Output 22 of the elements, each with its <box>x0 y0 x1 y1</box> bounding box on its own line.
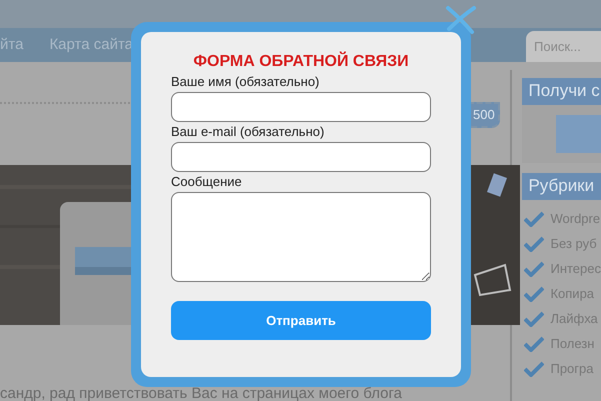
modal-title: ФОРМА ОБРАТНОЙ СВЯЗИ <box>192 52 410 72</box>
check-icon <box>524 236 544 252</box>
count-badge: 500 <box>468 102 500 128</box>
intro-text: сандр, рад приветствовать Вас на страницах моего блога <box>0 386 402 401</box>
check-icon <box>524 260 544 276</box>
check-icon <box>524 210 544 226</box>
close-icon[interactable] <box>445 5 477 35</box>
nav-link[interactable]: йта <box>0 34 24 56</box>
field-label: Ваше имя (обязательно) <box>171 74 320 90</box>
check-icon <box>524 310 544 326</box>
submit-button[interactable]: Отправить <box>171 301 431 340</box>
search-field[interactable]: Поиск... <box>526 31 601 62</box>
check-icon <box>524 286 544 302</box>
categories-title: Рубрики <box>522 173 601 200</box>
check-icon <box>524 336 544 352</box>
message-field[interactable] <box>171 192 431 282</box>
field-label: Ваш e-mail (обязательно) <box>171 124 326 140</box>
input-field[interactable] <box>171 92 431 122</box>
field-label: Сообщение <box>171 174 243 190</box>
widget-title: Получи с <box>522 78 601 105</box>
input-field[interactable] <box>171 142 431 172</box>
check-icon <box>524 360 544 376</box>
